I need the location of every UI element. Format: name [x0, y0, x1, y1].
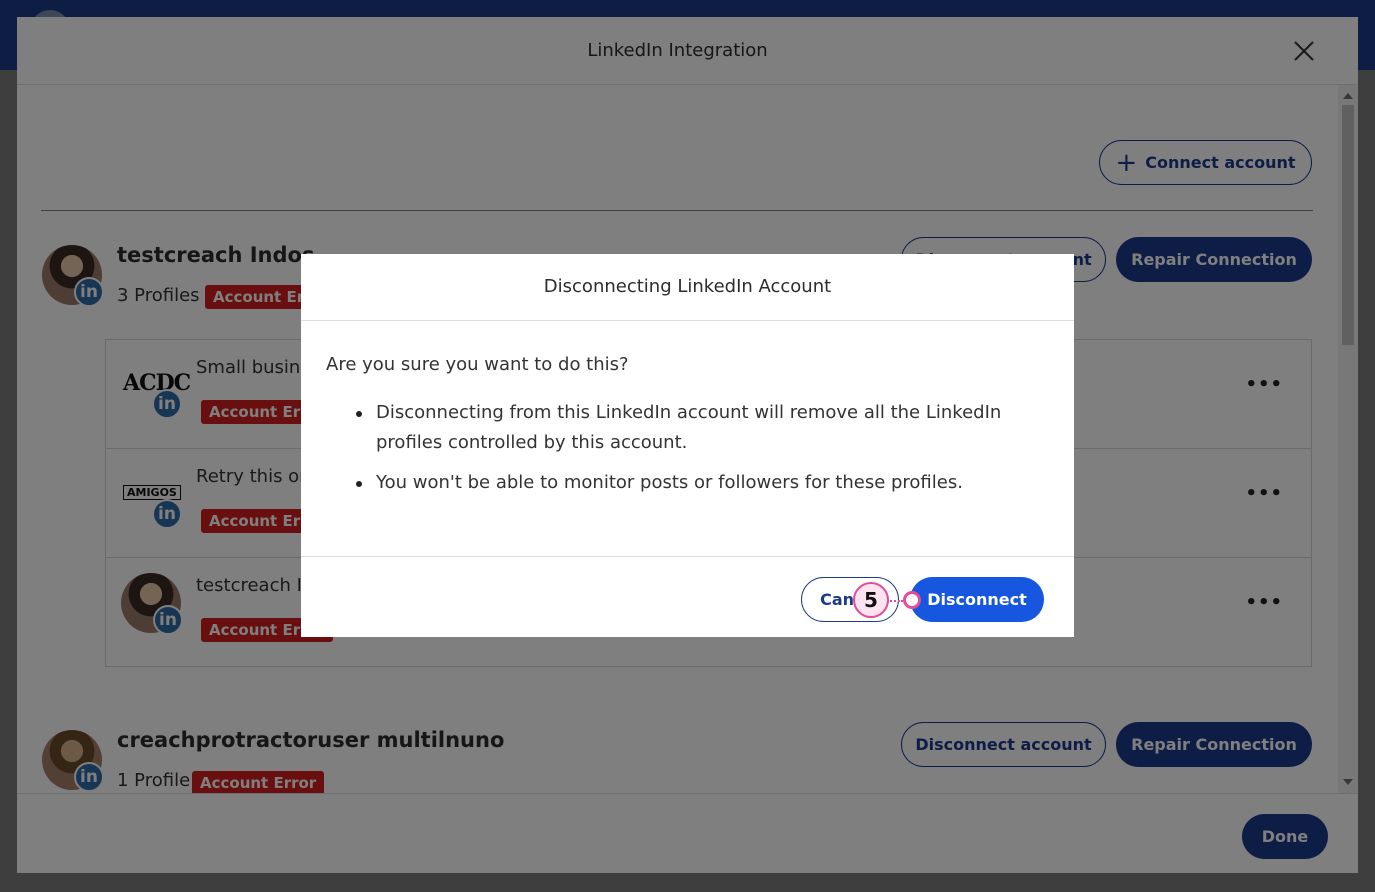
disconnect-button[interactable]: Disconnect	[910, 577, 1044, 622]
step-connector	[887, 600, 903, 602]
page: LinkedIn Integration + Connect account i…	[0, 0, 1375, 892]
dialog-bullet: Disconnecting from this LinkedIn account…	[356, 398, 1036, 458]
step-target-dot	[903, 591, 921, 609]
dialog-title: Disconnecting LinkedIn Account	[543, 276, 832, 297]
step-number-badge: 5	[853, 582, 889, 618]
dialog-bullet-list: Disconnecting from this LinkedIn account…	[356, 398, 1036, 508]
dialog-footer: Cancel Disconnect	[301, 556, 1074, 637]
dialog-bullet: You won't be able to monitor posts or fo…	[356, 468, 1036, 498]
disconnect-label: Disconnect	[927, 590, 1027, 609]
disconnect-dialog: Disconnecting LinkedIn Account Are you s…	[301, 254, 1074, 637]
dialog-question: Are you sure you want to do this?	[326, 354, 629, 375]
dialog-header: Disconnecting LinkedIn Account	[301, 254, 1074, 321]
